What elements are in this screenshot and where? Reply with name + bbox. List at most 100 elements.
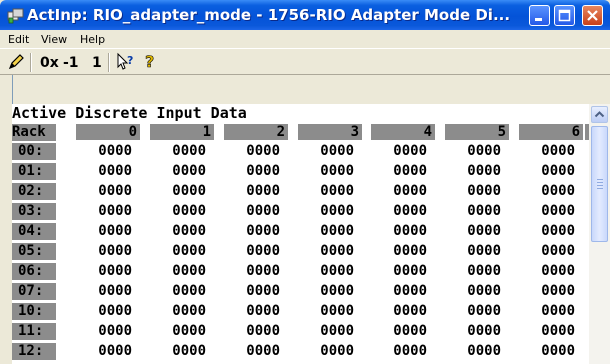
data-cell[interactable]: 0000 <box>216 243 280 260</box>
data-cell[interactable]: 0000 <box>363 303 427 320</box>
app-icon <box>7 8 24 24</box>
data-cell[interactable]: 0000 <box>437 323 501 340</box>
data-cell[interactable]: 0000 <box>142 183 206 200</box>
maximize-button[interactable] <box>554 5 575 26</box>
data-cell[interactable]: 0000 <box>216 203 280 220</box>
data-cell[interactable]: 0000 <box>142 323 206 340</box>
data-cell[interactable]: 0000 <box>290 263 354 280</box>
data-cell[interactable]: 0000 <box>68 183 132 200</box>
rack-header: Rack <box>12 124 56 141</box>
data-cell[interactable]: 0000 <box>511 323 575 340</box>
data-cell[interactable]: 0000 <box>437 343 501 360</box>
data-cell[interactable]: 0000 <box>363 203 427 220</box>
data-cell[interactable]: 0000 <box>511 343 575 360</box>
scroll-thumb[interactable] <box>591 126 608 242</box>
data-cell[interactable]: 0000 <box>68 163 132 180</box>
data-cell[interactable]: 0000 <box>142 223 206 240</box>
data-cell[interactable]: 0000 <box>363 183 427 200</box>
toolbar-separator <box>108 53 110 72</box>
pencil-icon[interactable] <box>6 52 26 72</box>
one-button[interactable]: 1 <box>92 55 102 71</box>
data-cell[interactable]: 0000 <box>68 203 132 220</box>
data-cell[interactable]: 0000 <box>216 323 280 340</box>
data-cell[interactable]: 0000 <box>216 343 280 360</box>
data-cell[interactable]: 0000 <box>142 263 206 280</box>
data-cell[interactable]: 0000 <box>68 243 132 260</box>
data-cell[interactable]: 0000 <box>363 343 427 360</box>
data-cell[interactable]: 0000 <box>68 303 132 320</box>
data-cell[interactable]: 0000 <box>290 323 354 340</box>
data-cell[interactable]: 0000 <box>216 283 280 300</box>
data-cell[interactable]: 0000 <box>68 283 132 300</box>
data-cell[interactable]: 0000 <box>216 303 280 320</box>
data-cell[interactable]: 0000 <box>511 283 575 300</box>
data-cell[interactable]: 0000 <box>290 223 354 240</box>
data-cell[interactable]: 0000 <box>511 223 575 240</box>
minimize-button[interactable] <box>529 5 550 26</box>
data-cell[interactable]: 0000 <box>363 163 427 180</box>
data-cell[interactable]: 0000 <box>511 163 575 180</box>
menu-edit[interactable]: Edit <box>8 33 29 46</box>
data-cell[interactable]: 0000 <box>511 203 575 220</box>
data-cell[interactable]: 0000 <box>437 163 501 180</box>
help-icon[interactable]: ? <box>141 52 161 72</box>
data-cell[interactable]: 0000 <box>363 143 427 160</box>
data-cell[interactable]: 0000 <box>290 283 354 300</box>
data-cell[interactable]: 0000 <box>437 203 501 220</box>
scroll-up-button[interactable] <box>591 106 608 123</box>
data-cell[interactable]: 0000 <box>511 243 575 260</box>
data-cell[interactable]: 0000 <box>68 143 132 160</box>
data-cell[interactable]: 0000 <box>216 183 280 200</box>
data-cell[interactable]: 0000 <box>142 143 206 160</box>
data-cell[interactable]: 0000 <box>437 283 501 300</box>
data-cell[interactable]: 0000 <box>142 303 206 320</box>
column-header: 4 <box>371 124 435 140</box>
data-cell[interactable]: 0000 <box>511 263 575 280</box>
row-header: 07: <box>12 283 56 300</box>
data-cell[interactable]: 0000 <box>511 183 575 200</box>
minus-one-button[interactable]: -1 <box>63 55 79 71</box>
data-cell[interactable]: 0000 <box>437 303 501 320</box>
data-cell[interactable]: 0000 <box>216 263 280 280</box>
data-cell[interactable]: 0000 <box>290 303 354 320</box>
data-view[interactable]: Active Discrete Input Data Rack 0123456 0… <box>12 104 589 364</box>
data-cell[interactable]: 0000 <box>68 223 132 240</box>
data-cell[interactable]: 0000 <box>68 343 132 360</box>
data-cell[interactable]: 0000 <box>363 323 427 340</box>
data-cell[interactable]: 0000 <box>363 223 427 240</box>
data-cell[interactable]: 0000 <box>68 263 132 280</box>
vertical-scrollbar[interactable] <box>589 104 610 364</box>
data-cell[interactable]: 0000 <box>290 163 354 180</box>
data-cell[interactable]: 0000 <box>290 203 354 220</box>
data-cell[interactable]: 0000 <box>216 163 280 180</box>
data-cell[interactable]: 0000 <box>437 243 501 260</box>
title-bar[interactable]: ActInp: RIO_adapter_mode - 1756-RIO Adap… <box>0 0 610 30</box>
data-cell[interactable]: 0000 <box>216 143 280 160</box>
hex-format-button[interactable]: 0x <box>40 55 59 71</box>
data-cell[interactable]: 0000 <box>142 283 206 300</box>
data-cell[interactable]: 0000 <box>437 143 501 160</box>
data-cell[interactable]: 0000 <box>363 283 427 300</box>
menu-help[interactable]: Help <box>80 33 105 46</box>
data-cell[interactable]: 0000 <box>216 223 280 240</box>
data-cell[interactable]: 0000 <box>142 163 206 180</box>
data-cell[interactable]: 0000 <box>142 203 206 220</box>
data-cell[interactable]: 0000 <box>437 263 501 280</box>
data-cell[interactable]: 0000 <box>142 243 206 260</box>
data-cell[interactable]: 0000 <box>511 303 575 320</box>
whats-this-help-icon[interactable]: ? <box>116 52 136 72</box>
data-cell[interactable]: 0000 <box>68 323 132 340</box>
data-cell[interactable]: 0000 <box>363 263 427 280</box>
window-title: ActInp: RIO_adapter_mode - 1756-RIO Adap… <box>27 6 511 24</box>
data-cell[interactable]: 0000 <box>290 243 354 260</box>
data-cell[interactable]: 0000 <box>437 223 501 240</box>
data-cell[interactable]: 0000 <box>142 343 206 360</box>
data-cell[interactable]: 0000 <box>437 183 501 200</box>
data-cell[interactable]: 0000 <box>290 343 354 360</box>
data-cell[interactable]: 0000 <box>290 183 354 200</box>
data-cell[interactable]: 0000 <box>290 143 354 160</box>
data-cell[interactable]: 0000 <box>363 243 427 260</box>
data-cell[interactable]: 0000 <box>511 143 575 160</box>
close-button[interactable] <box>582 5 603 26</box>
menu-view[interactable]: View <box>41 33 67 46</box>
